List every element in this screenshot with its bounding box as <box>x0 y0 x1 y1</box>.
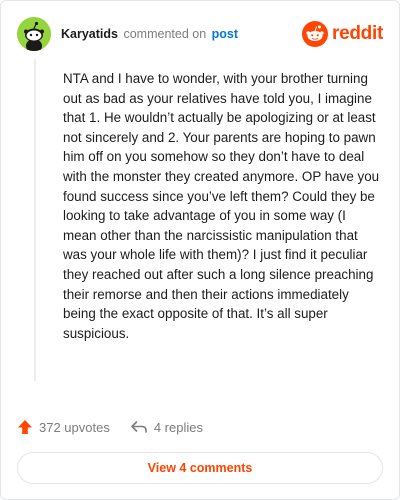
view-comments-label: View 4 comments <box>147 461 253 475</box>
thread-line[interactable] <box>34 59 36 381</box>
comment-body: NTA and I have to wonder, with your brot… <box>63 71 380 341</box>
comment-header: Karyatids commented on post reddit <box>17 15 383 53</box>
view-comments-button[interactable]: View 4 comments <box>17 452 383 484</box>
upvote-button[interactable]: 372 upvotes <box>17 419 110 435</box>
post-link[interactable]: post <box>212 27 238 41</box>
upvote-arrow-icon <box>18 420 32 434</box>
comment-card: Karyatids commented on post reddit NTA a… <box>0 0 400 500</box>
reddit-brand[interactable]: reddit <box>302 21 383 47</box>
reddit-logo-icon <box>302 21 329 47</box>
reddit-wordmark: reddit <box>332 23 383 44</box>
comment-actions: 372 upvotes 4 replies <box>17 415 203 439</box>
replies-button[interactable]: 4 replies <box>130 419 203 435</box>
username-link[interactable]: Karyatids <box>61 27 118 41</box>
commented-on-text: commented on <box>123 27 207 41</box>
reply-arrow-icon <box>131 421 147 433</box>
author-line: Karyatids commented on post <box>61 26 238 42</box>
snoo-avatar-icon[interactable] <box>17 17 51 51</box>
upvote-count: 372 upvotes <box>39 419 110 435</box>
reply-count: 4 replies <box>153 419 203 435</box>
